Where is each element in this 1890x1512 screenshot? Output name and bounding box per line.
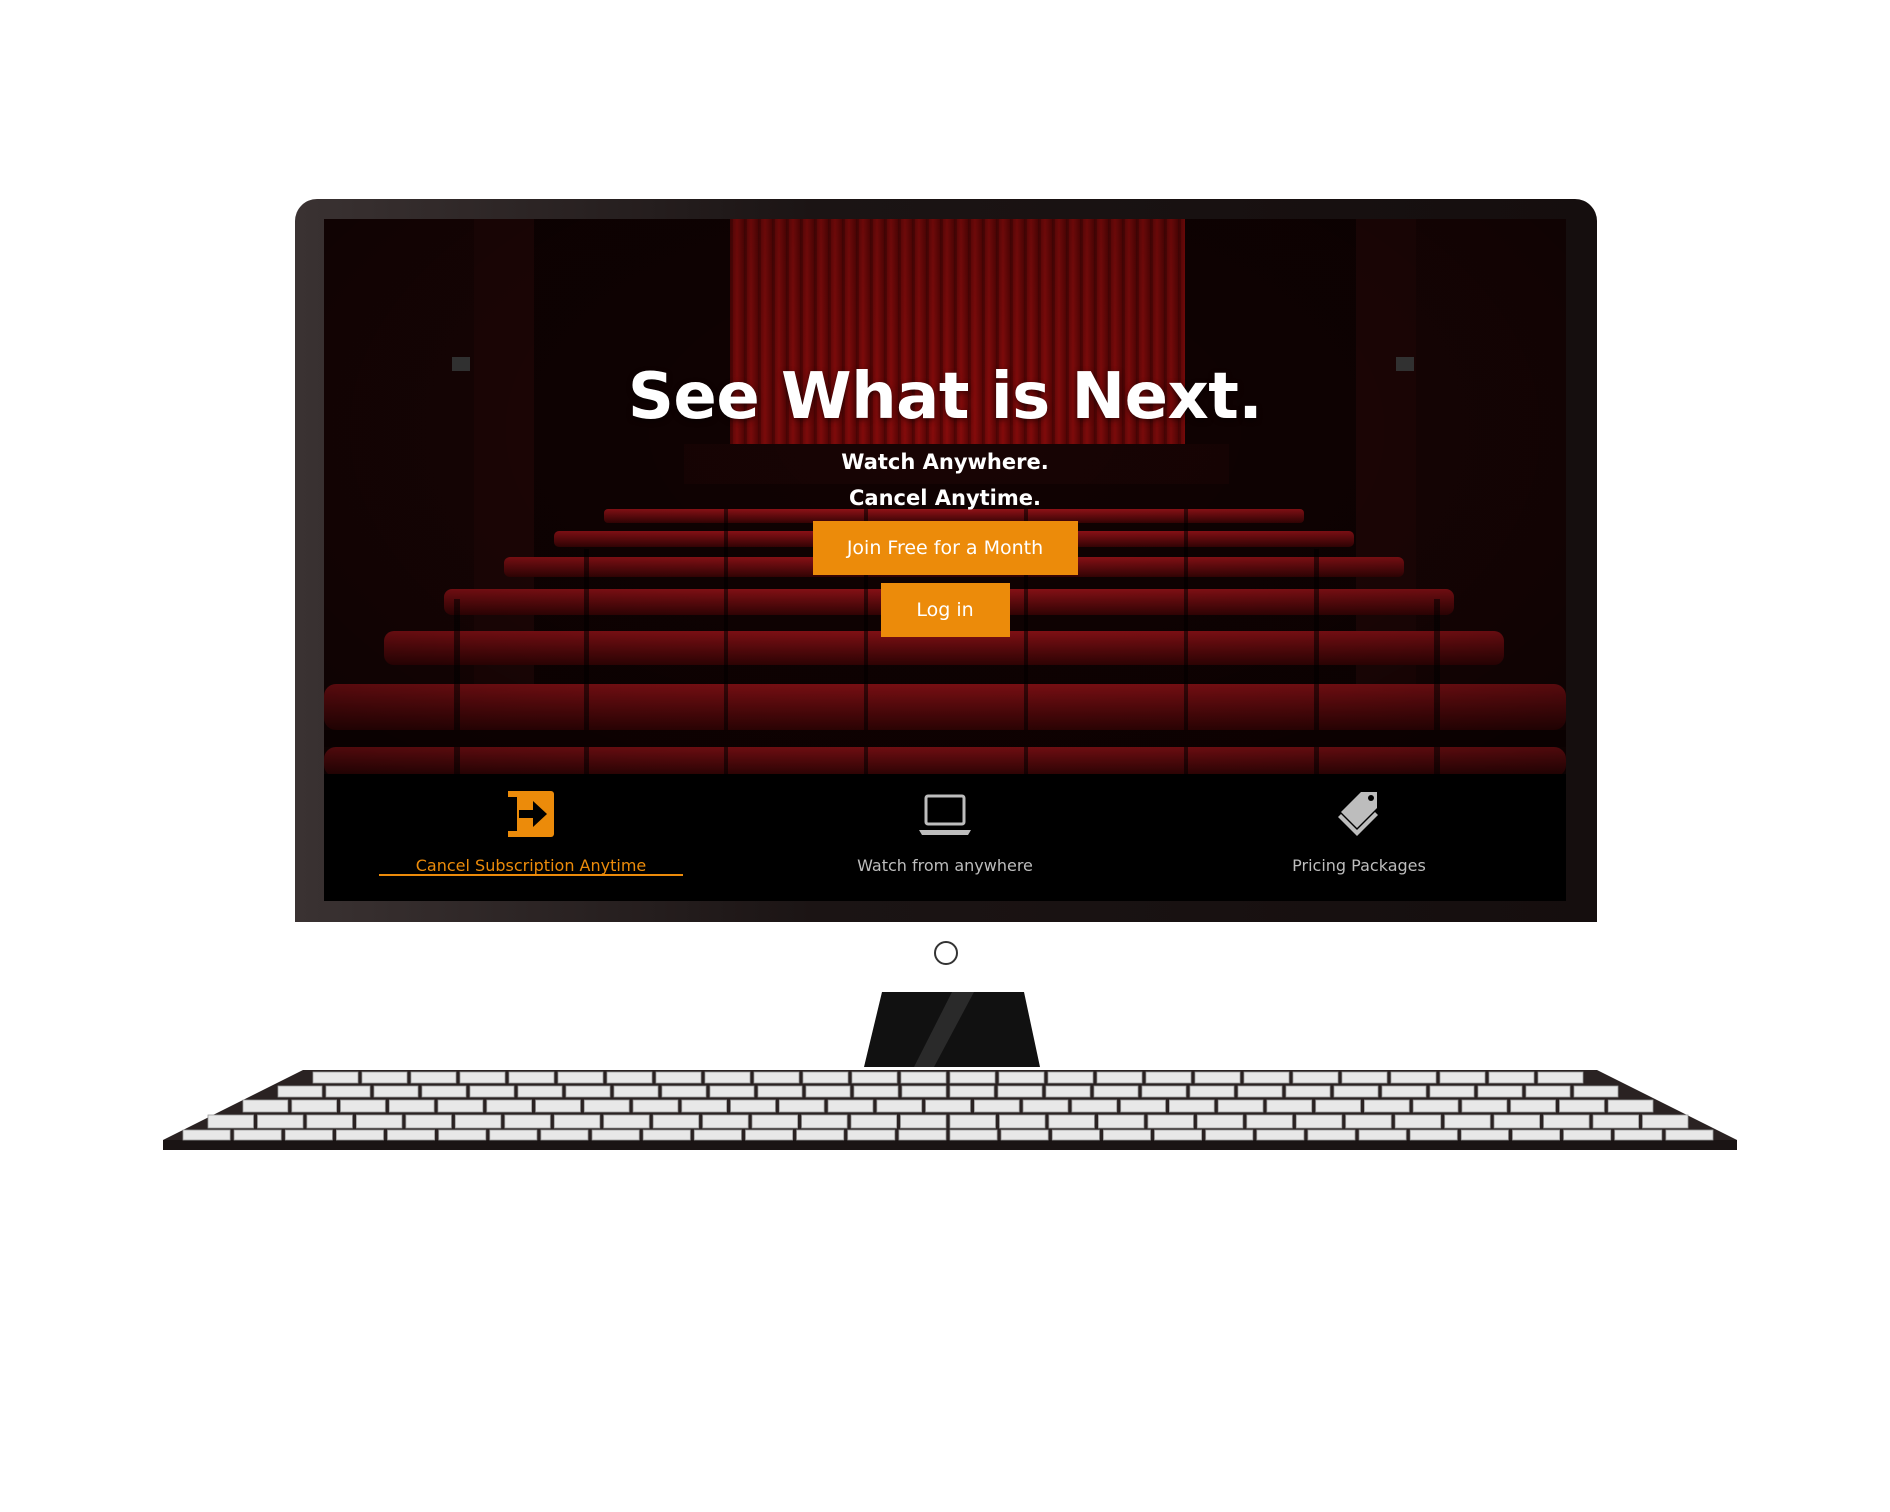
login-button[interactable]: Log in (880, 583, 1010, 637)
sign-in-icon (508, 791, 554, 837)
hero-subtitle-watch: Watch Anywhere. (841, 450, 1049, 474)
monitor-screen: See What is Next. Watch Anywhere. Cancel… (324, 219, 1566, 901)
tab-watch-anywhere[interactable]: Watch from anywhere (738, 774, 1152, 901)
tab-label-cancel: Cancel Subscription Anytime (415, 856, 647, 875)
hero-section: See What is Next. Watch Anywhere. Cancel… (324, 219, 1566, 774)
monitor-stand (864, 992, 1040, 1067)
hero-subtitle-cancel: Cancel Anytime. (849, 486, 1041, 510)
tab-cancel-subscription[interactable]: Cancel Subscription Anytime (324, 774, 738, 901)
power-button[interactable] (934, 941, 958, 965)
feature-tabs: Cancel Subscription Anytime Watch from a… (324, 774, 1566, 901)
price-tags-icon (1338, 792, 1378, 836)
hero-title: See What is Next. (627, 360, 1263, 434)
active-tab-underline (379, 874, 683, 876)
tab-pricing-packages[interactable]: Pricing Packages (1152, 774, 1566, 901)
join-free-button[interactable]: Join Free for a Month (812, 521, 1078, 575)
tab-label-pricing: Pricing Packages (1292, 856, 1426, 875)
keyboard (163, 1070, 1737, 1150)
laptop-icon (919, 794, 971, 835)
tab-label-watch: Watch from anywhere (857, 856, 1033, 875)
hero-content: See What is Next. Watch Anywhere. Cancel… (324, 359, 1566, 637)
